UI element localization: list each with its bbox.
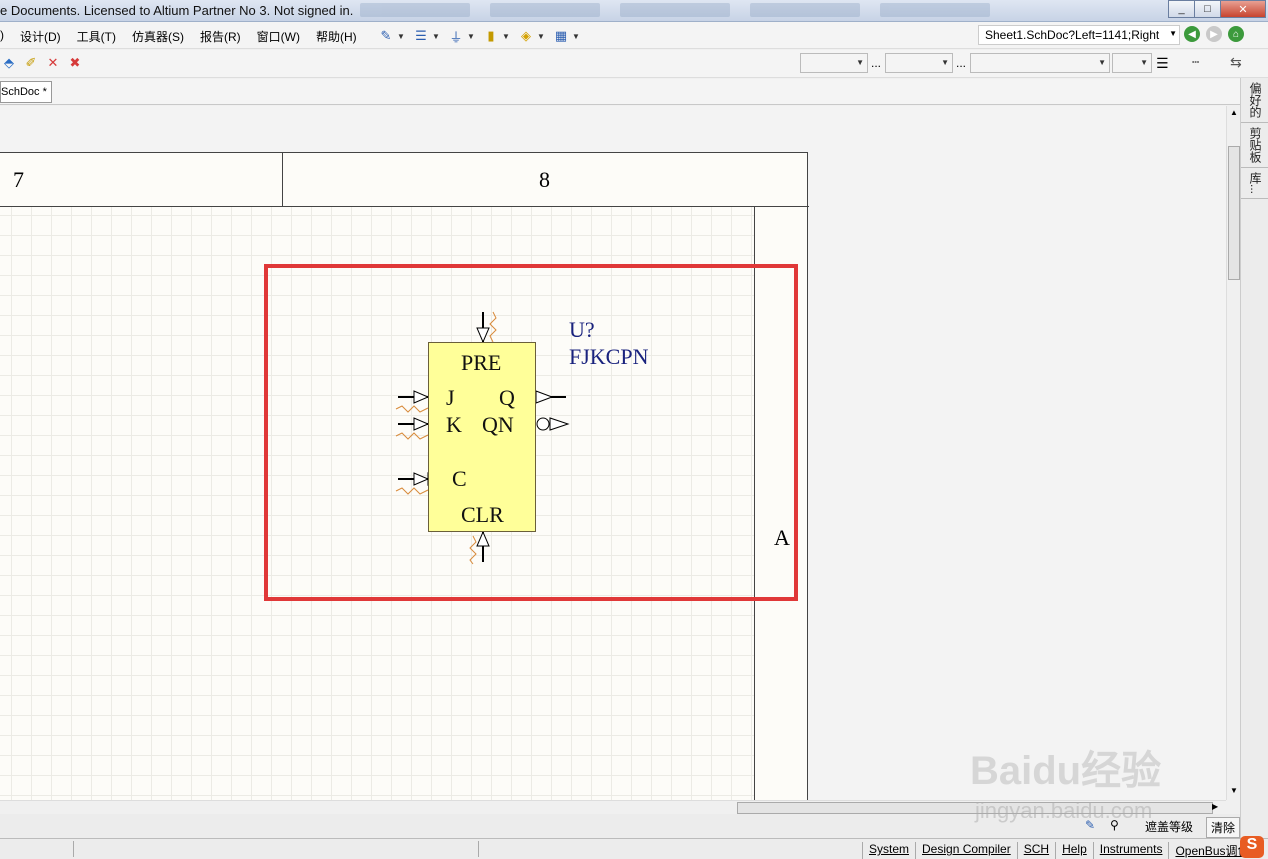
vertical-scroll-thumb[interactable] [1228, 146, 1240, 280]
sogou-ime-icon[interactable]: S [1240, 836, 1264, 858]
highlight-box [264, 264, 798, 601]
filter-combo-3[interactable]: ▼ [970, 53, 1110, 73]
chevron-down-icon: ▼ [1098, 58, 1106, 67]
altium-designer-window: e Documents. Licensed to Altium Partner … [0, 0, 1268, 859]
clear-all-icon[interactable]: ✖ [66, 55, 84, 71]
close-button[interactable]: ✕ [1220, 0, 1266, 18]
chevron-down-icon[interactable]: ▼ [432, 32, 440, 41]
wire-tool-icon[interactable]: ✎ [378, 28, 394, 44]
tab-sheet1-schdoc[interactable]: SchDoc * [0, 81, 52, 103]
forward-arrow-icon[interactable]: ▶ [1206, 26, 1222, 42]
menu-tools[interactable]: 工具(T) [77, 28, 116, 45]
title-bar: e Documents. Licensed to Altium Partner … [0, 0, 1268, 22]
panel-instruments[interactable]: Instruments [1092, 842, 1169, 859]
chevron-down-icon[interactable]: ▼ [537, 32, 545, 41]
ground-power-icon[interactable]: ⏚ [448, 28, 464, 45]
schematic-canvas[interactable]: 7 8 A PRE J Q K QN C CLR U? FJKCPN [0, 106, 1226, 800]
chevron-down-icon[interactable]: ▼ [1169, 29, 1177, 38]
chevron-down-icon[interactable]: ▼ [572, 32, 580, 41]
swap-icon[interactable]: ⇆ [1230, 54, 1242, 71]
menu-simulator[interactable]: 仿真器(S) [132, 28, 184, 45]
taskbar-tabs-blur [360, 3, 1120, 19]
panel-design-compiler[interactable]: Design Compiler [915, 842, 1017, 859]
scroll-right-icon[interactable]: ▶ [1212, 802, 1218, 811]
window-title: e Documents. Licensed to Altium Partner … [0, 3, 354, 18]
part-tool-icon[interactable]: ▮ [483, 28, 499, 44]
document-tabs: SchDoc * [0, 79, 1240, 105]
restore-button[interactable]: □ [1194, 0, 1221, 18]
side-tab-favorites[interactable]: 偏好的 [1241, 78, 1268, 123]
home-icon[interactable]: ⌂ [1228, 26, 1244, 42]
filter-combo-2[interactable]: ▼ [885, 53, 953, 73]
filter-combo-4[interactable]: ▼ [1112, 53, 1152, 73]
menu-design[interactable]: 设计(D) [20, 28, 61, 45]
menu-reports[interactable]: 报告(R) [200, 28, 241, 45]
side-tab-clipboard[interactable]: 剪贴板 [1241, 123, 1268, 168]
side-panel: 偏好的 剪贴板 库... [1240, 78, 1268, 838]
menu-help[interactable]: 帮助(H) [316, 28, 357, 45]
edit-tools: ⬘ ✐ ✕ ✖ [0, 55, 88, 71]
navigation-address-field[interactable]: Sheet1.SchDoc?Left=1141;Right ▼ [978, 25, 1180, 45]
side-tab-libraries[interactable]: 库... [1241, 168, 1268, 200]
label-tool-icon[interactable]: ✐ [22, 55, 40, 71]
line-style-icon[interactable]: ☰ [1156, 55, 1169, 72]
chevron-down-icon: ▼ [1140, 58, 1148, 67]
scroll-down-icon[interactable]: ▼ [1230, 786, 1238, 795]
grid-tool-icon[interactable]: ▦ [553, 28, 569, 44]
status-separator [73, 841, 74, 857]
chevron-down-icon[interactable]: ▼ [397, 32, 405, 41]
menu-items: ) 设计(D) 工具(T) 仿真器(S) 报告(R) 窗口(W) 帮助(H) [0, 28, 373, 45]
baidu-watermark: Baidu经验 [970, 749, 1162, 793]
menu-view[interactable]: ) [0, 28, 4, 45]
status-separator [478, 841, 479, 857]
standard-toolbar: ⬘ ✐ ✕ ✖ ▼ ... ▼ ... ▼ ▼ ☰ ┅ ⇆ [0, 50, 1268, 78]
panel-sch[interactable]: SCH [1016, 842, 1055, 859]
baidu-watermark-url: jingyan.baidu.com [975, 798, 1153, 823]
wiring-toolbar: ✎ ▼ ☰ ▼ ⏚ ▼ ▮ ▼ ◈ ▼ ▦ ▼ [378, 26, 588, 46]
scroll-up-icon[interactable]: ▲ [1230, 108, 1238, 117]
vertical-scrollbar[interactable]: ▲ ▼ [1226, 106, 1240, 800]
back-arrow-icon[interactable]: ◀ [1184, 26, 1200, 42]
dots-separator: ... [871, 56, 882, 70]
port-tool-icon[interactable]: ◈ [518, 28, 534, 44]
navigation-buttons: ◀ ▶ ⌂ [1184, 26, 1250, 42]
panel-help[interactable]: Help [1055, 842, 1093, 859]
chevron-down-icon[interactable]: ▼ [502, 32, 510, 41]
navigation-address-text: Sheet1.SchDoc?Left=1141;Right [985, 28, 1160, 42]
clear-button[interactable]: 清除 [1206, 817, 1240, 838]
dots-separator: ... [956, 56, 967, 70]
delete-icon[interactable]: ✕ [44, 55, 62, 71]
chevron-down-icon: ▼ [941, 58, 949, 67]
window-controls: _ □ ✕ [1168, 0, 1266, 18]
menu-bar: ) 设计(D) 工具(T) 仿真器(S) 报告(R) 窗口(W) 帮助(H) ✎… [0, 22, 1268, 49]
align-tool-icon[interactable]: ☰ [413, 28, 429, 44]
menu-window[interactable]: 窗口(W) [257, 28, 300, 45]
status-bar: System Design Compiler SCH Help Instrume… [0, 838, 1268, 859]
filter-combo-1[interactable]: ▼ [800, 53, 868, 73]
chevron-down-icon[interactable]: ▼ [467, 32, 475, 41]
select-tool-icon[interactable]: ⬘ [0, 55, 18, 71]
panel-buttons: System Design Compiler SCH Help Instrume… [862, 842, 1268, 859]
panel-system[interactable]: System [862, 842, 915, 859]
chevron-down-icon: ▼ [856, 58, 864, 67]
line-width-icon[interactable]: ┅ [1192, 55, 1199, 69]
minimize-button[interactable]: _ [1168, 0, 1195, 18]
